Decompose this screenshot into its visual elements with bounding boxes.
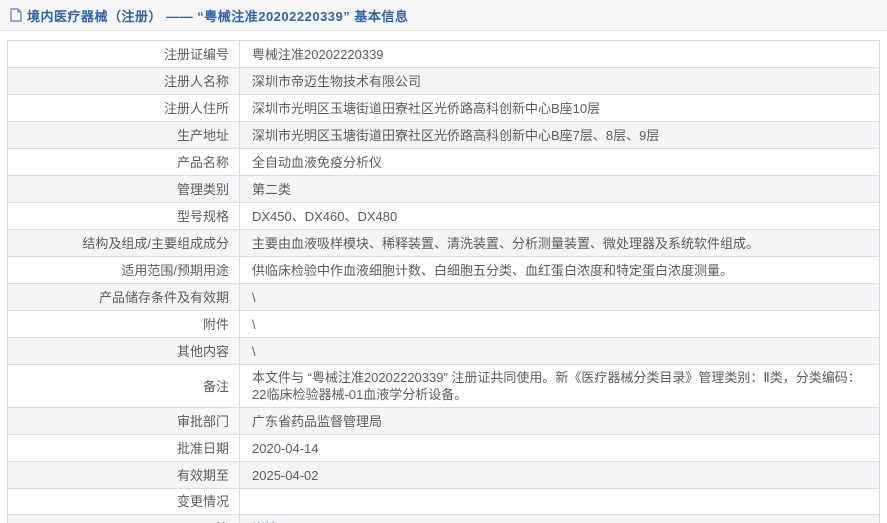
table-row: 附件 \ [8, 311, 879, 338]
table-row: 注册人名称 深圳市帝迈生物技术有限公司 [8, 68, 879, 95]
row-value: 2020-04-14 [240, 435, 879, 461]
row-label: 注册证编号 [8, 41, 240, 67]
table-row: 有效期至 2025-04-02 [8, 462, 879, 489]
table-row: 管理类别 第二类 [8, 176, 879, 203]
row-value-text: \ [252, 290, 256, 305]
table-row: 产品储存条件及有效期 \ [8, 284, 879, 311]
row-label: 审批部门 [8, 408, 240, 434]
page-title: 境内医疗器械（注册） —— “粤械注准20202220339” 基本信息 [27, 8, 409, 24]
row-value [240, 489, 879, 514]
table-row: 变更情况 [8, 489, 879, 515]
table-row: 生产地址 深圳市光明区玉塘街道田寮社区光侨路高科创新中心B座7层、8层、9层 [8, 122, 879, 149]
row-label: 注册人住所 [8, 95, 240, 121]
row-value-text: 深圳市帝迈生物技术有限公司 [252, 74, 422, 89]
table-row: 注 详情 [8, 515, 879, 523]
row-value: 广东省药品监督管理局 [240, 408, 879, 434]
table-row: 注册证编号 粤械注准20202220339 [8, 41, 879, 68]
row-label: 附件 [8, 311, 240, 337]
row-label: 管理类别 [8, 176, 240, 202]
row-value-text: 全自动血液免疫分析仪 [252, 155, 383, 170]
row-label: 注册人名称 [8, 68, 240, 94]
table-row: 型号规格 DX450、DX460、DX480 [8, 203, 879, 230]
row-value: \ [240, 338, 879, 364]
row-value-text: 主要由血液吸样模块、稀释装置、清洗装置、分析测量装置、微处理器及系统软件组成。 [252, 236, 760, 251]
row-label: 结构及组成/主要组成成分 [8, 230, 240, 256]
row-label: 有效期至 [8, 462, 240, 488]
info-table: 注册证编号 粤械注准20202220339 注册人名称 深圳市帝迈生物技术有限公… [7, 40, 880, 523]
row-value: 详情 [240, 515, 879, 523]
table-row: 产品名称 全自动血液免疫分析仪 [8, 149, 879, 176]
row-label: 批准日期 [8, 435, 240, 461]
row-label-note: 注 [8, 515, 240, 523]
row-value: 全自动血液免疫分析仪 [240, 149, 879, 175]
row-value: 主要由血液吸样模块、稀释装置、清洗装置、分析测量装置、微处理器及系统软件组成。 [240, 230, 879, 256]
row-value-text: 供临床检验中作血液细胞计数、白细胞五分类、血红蛋白浓度和特定蛋白浓度测量。 [252, 263, 734, 278]
row-value-text: \ [252, 344, 256, 359]
row-value: 第二类 [240, 176, 879, 202]
row-label: 变更情况 [8, 489, 240, 514]
row-value-text: 广东省药品监督管理局 [252, 414, 383, 429]
row-label: 生产地址 [8, 122, 240, 148]
row-value-text: 本文件与 “粤械注准20202220339” 注册证共同使用。新《医疗器械分类目… [252, 370, 861, 402]
table-row: 其他内容 \ [8, 338, 879, 365]
row-value: 深圳市光明区玉塘街道田寮社区光侨路高科创新中心B座10层 [240, 95, 879, 121]
row-value: 供临床检验中作血液细胞计数、白细胞五分类、血红蛋白浓度和特定蛋白浓度测量。 [240, 257, 879, 283]
row-value-text: DX450、DX460、DX480 [252, 209, 398, 224]
row-label: 适用范围/预期用途 [8, 257, 240, 283]
table-row: 注册人住所 深圳市光明区玉塘街道田寮社区光侨路高科创新中心B座10层 [8, 95, 879, 122]
row-value: 2025-04-02 [240, 462, 879, 488]
row-value: 本文件与 “粤械注准20202220339” 注册证共同使用。新《医疗器械分类目… [240, 365, 879, 407]
row-value-text: 深圳市光明区玉塘街道田寮社区光侨路高科创新中心B座7层、8层、9层 [252, 128, 660, 143]
row-label: 型号规格 [8, 203, 240, 229]
row-value-text: 2020-04-14 [252, 441, 319, 456]
row-label: 备注 [8, 365, 240, 407]
row-label: 其他内容 [8, 338, 240, 364]
row-value: 深圳市帝迈生物技术有限公司 [240, 68, 879, 94]
table-row: 结构及组成/主要组成成分 主要由血液吸样模块、稀释装置、清洗装置、分析测量装置、… [8, 230, 879, 257]
row-label: 产品储存条件及有效期 [8, 284, 240, 310]
row-value: 粤械注准20202220339 [240, 41, 879, 67]
row-value-text: 深圳市光明区玉塘街道田寮社区光侨路高科创新中心B座10层 [252, 101, 601, 116]
table-row: 审批部门 广东省药品监督管理局 [8, 408, 879, 435]
row-label: 产品名称 [8, 149, 240, 175]
table-row: 适用范围/预期用途 供临床检验中作血液细胞计数、白细胞五分类、血红蛋白浓度和特定… [8, 257, 879, 284]
row-value-text: \ [252, 317, 256, 332]
row-value: \ [240, 311, 879, 337]
document-icon [10, 8, 22, 22]
row-value-text: 粤械注准20202220339 [252, 47, 384, 62]
row-value-text: 2025-04-02 [252, 468, 319, 483]
row-value: 深圳市光明区玉塘街道田寮社区光侨路高科创新中心B座7层、8层、9层 [240, 122, 879, 148]
row-value-text: 第二类 [252, 182, 292, 197]
row-value: DX450、DX460、DX480 [240, 203, 879, 229]
row-value: \ [240, 284, 879, 310]
table-row: 批准日期 2020-04-14 [8, 435, 879, 462]
table-row: 备注 本文件与 “粤械注准20202220339” 注册证共同使用。新《医疗器械… [8, 365, 879, 408]
page-header: 境内医疗器械（注册） —— “粤械注准20202220339” 基本信息 [0, 0, 887, 31]
